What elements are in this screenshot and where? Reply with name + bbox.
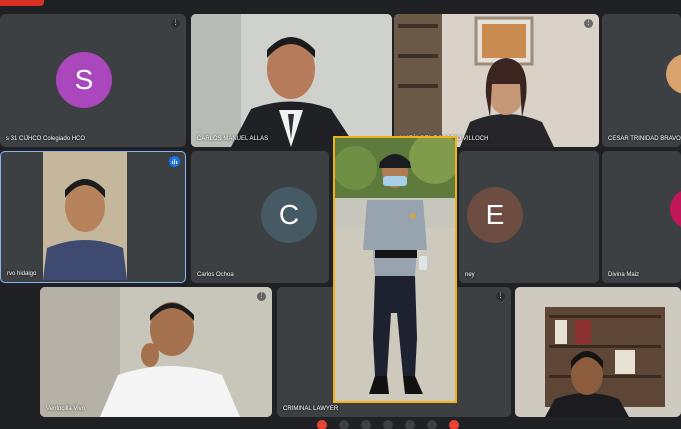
avatar [670, 189, 681, 229]
mic-muted-icon: ⋮ [171, 19, 180, 28]
avatar: S [56, 52, 112, 108]
participant-video [191, 14, 392, 147]
participant-name: s 31 CIJHCO Colegiado HCO [6, 136, 86, 142]
meeting-stage: S ⋮ s 31 CIJHCO Colegiado HCO CARLOS MAN… [0, 0, 681, 429]
leave-call-button[interactable] [449, 420, 459, 429]
participant-name: ney [465, 272, 475, 278]
participant-tile[interactable]: S ⋮ s 31 CIJHCO Colegiado HCO [0, 14, 186, 147]
participant-tile[interactable]: rvo hidalgo [0, 151, 186, 283]
end-call-button[interactable] [317, 420, 327, 429]
participant-name: Divina Maiz [608, 272, 640, 278]
participant-name: Ventocilla Vivo [46, 406, 85, 412]
present-button[interactable] [405, 420, 415, 429]
participant-tile[interactable]: ⋮ MARÍA DEL ROSARIO VILLOCH [394, 14, 599, 147]
participant-video [515, 287, 681, 417]
mic-muted-icon: ⋮ [584, 19, 593, 28]
avatar [666, 54, 681, 94]
participant-name: CRIMINAL LAWYER [283, 406, 339, 412]
avatar: E [467, 187, 523, 243]
participant-video [40, 287, 272, 417]
participant-tile[interactable]: C Carlos Ochoa [191, 151, 329, 283]
participant-tile[interactable]: Divina Maiz [602, 151, 681, 283]
mic-muted-icon: ⋮ [257, 292, 266, 301]
participant-name: CESAR TRINIDAD BRAVO [608, 136, 681, 142]
participant-name: CARLOS MANUEL ALLAS [197, 136, 269, 142]
participant-tile[interactable]: E ney [459, 151, 599, 283]
participant-video [394, 14, 599, 147]
participant-name: rvo hidalgo [7, 271, 37, 277]
participant-name: Carlos Ochoa [197, 272, 234, 278]
recording-badge [0, 0, 44, 6]
participant-tile[interactable]: CARLOS MANUEL ALLAS [191, 14, 392, 147]
participant-video [43, 152, 127, 280]
microphone-button[interactable] [339, 420, 349, 429]
avatar: C [261, 187, 317, 243]
captions-button[interactable] [383, 420, 393, 429]
photo-image [335, 138, 455, 401]
more-options-button[interactable] [427, 420, 437, 429]
camera-button[interactable] [361, 420, 371, 429]
focused-participant-photo[interactable] [333, 136, 457, 403]
mic-muted-icon: ⋮ [496, 292, 505, 301]
participant-tile[interactable]: ⋮ Ventocilla Vivo [40, 287, 272, 417]
participant-tile[interactable]: CESAR TRINIDAD BRAVO [602, 14, 681, 147]
participant-tile[interactable] [515, 287, 681, 417]
speaking-indicator-icon [169, 156, 180, 167]
